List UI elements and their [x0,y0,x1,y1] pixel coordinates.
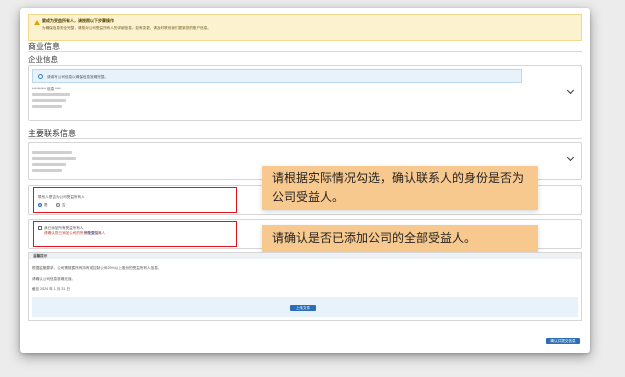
info-icon [38,74,43,79]
notice-line-1: 根据监管要求，公司需披露所有持有或控制公司25%以上股份的受益所有人信息。 [32,266,162,270]
notice-line-2: 请确认公司信息准确无误。 [32,277,76,281]
warning-banner: 要成为受益所有人，请按照以下步骤操作 为确保信息安全完整，请核对公司受益所有人的… [28,14,582,41]
company-info-notice: 请填写公司信息以确保信息准确完整。 [32,69,522,83]
warning-body: 为确保信息安全完整，请核对公司受益所有人的详细信息。如有变更，请及时联系我们更新… [42,26,211,30]
contact-line-4 [32,169,62,172]
highlight-box-added-all [33,221,237,247]
warning-title: 要成为受益所有人，请按照以下步骤操作 [42,18,114,23]
company-info-heading: 企业信息 [28,55,58,64]
company-line-2 [32,93,70,96]
contact-line-2 [32,157,76,160]
upload-button[interactable]: 上传文件 [290,305,316,311]
callout-added-all: 请确认是否已添加公司的全部受益人。 [262,225,538,253]
contact-line-1 [32,151,72,154]
notice-line-3: 截至 2024 年 1 月 31 日 [32,287,70,291]
callout-beneficiary: 请根据实际情况勾选，确认联系人的身份是否为公司受益人。 [262,166,538,210]
warning-icon [34,20,40,25]
divider [28,138,582,139]
company-line-3 [32,99,66,102]
confirm-submit-button[interactable]: 确认并提交信息 [546,338,580,344]
highlight-box-beneficiary [33,187,237,213]
company-line-4 [32,105,62,108]
divider [28,51,582,52]
company-line-1: ********** 信息 **** [32,87,61,91]
contact-line-3 [32,163,66,166]
company-info-notice-text: 请填写公司信息以确保信息准确完整。 [47,75,109,79]
